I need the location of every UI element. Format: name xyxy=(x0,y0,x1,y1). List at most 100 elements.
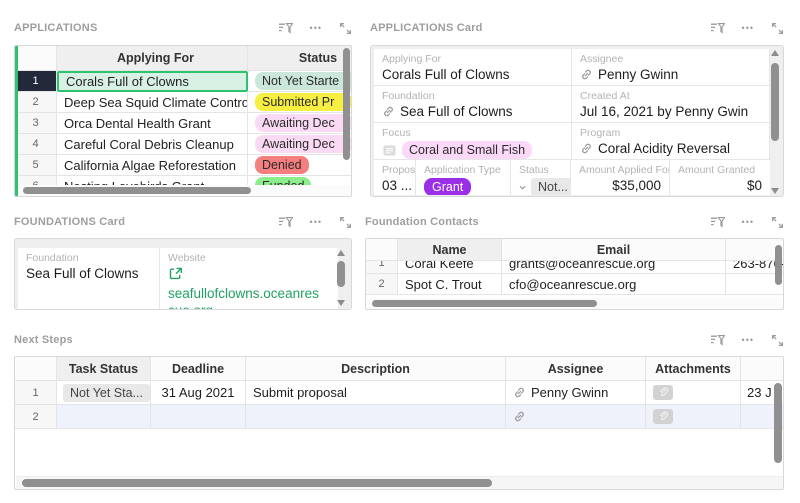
scroll-down-arrow[interactable] xyxy=(771,188,779,194)
cell-status[interactable]: Not Yet Starte xyxy=(248,71,352,92)
website-link[interactable]: seafullofclowns.oceanrescue.org xyxy=(168,285,320,310)
field-status[interactable]: Status Not... xyxy=(511,160,571,195)
horizontal-scrollbar-thumb[interactable] xyxy=(23,187,251,194)
row-number[interactable]: 4 xyxy=(15,134,57,155)
cell-attachments[interactable] xyxy=(646,381,741,405)
table-row[interactable]: 1 Not Yet Sta... 31 Aug 2021 Submit prop… xyxy=(15,381,784,405)
field-amount-granted[interactable]: Amount Granted $0 xyxy=(670,160,770,195)
column-header-task-status[interactable]: Task Status xyxy=(57,357,151,381)
field-focus[interactable]: Focus Coral and Small Fish xyxy=(374,123,572,159)
cell-email[interactable]: grants@oceanrescue.org xyxy=(502,261,726,274)
more-options-icon[interactable]: ••• xyxy=(310,218,322,227)
column-header-description[interactable]: Description xyxy=(246,357,506,381)
expand-icon[interactable] xyxy=(771,216,784,229)
cell-description[interactable] xyxy=(246,405,506,429)
row-number-header xyxy=(366,239,398,261)
cell-status[interactable]: Awaiting Dec xyxy=(248,113,352,134)
cell-description[interactable]: Submit proposal xyxy=(246,381,506,405)
field-website[interactable]: Website seafullofclowns.oceanrescue.org xyxy=(160,248,338,310)
row-number[interactable]: 3 xyxy=(15,113,57,134)
column-header-applying-for[interactable]: Applying For xyxy=(57,46,248,71)
cell-email[interactable]: cfo@oceanrescue.org xyxy=(502,274,726,295)
table-row[interactable]: 2 Spot C. Trout cfo@oceanrescue.org xyxy=(366,274,784,295)
horizontal-scrollbar-thumb[interactable] xyxy=(22,479,492,487)
row-number[interactable]: 1 xyxy=(366,261,398,274)
filter-icon[interactable] xyxy=(710,334,725,346)
horizontal-scrollbar-thumb[interactable] xyxy=(372,300,597,307)
expand-icon[interactable] xyxy=(339,22,352,35)
cell-applying-for[interactable]: California Algae Reforestation xyxy=(57,155,248,176)
vertical-scrollbar-thumb[interactable] xyxy=(771,63,779,141)
scroll-down-arrow[interactable] xyxy=(337,300,345,306)
field-created-at[interactable]: Created At Jul 16, 2021 by Penny Gwin xyxy=(572,86,770,122)
filter-icon[interactable] xyxy=(278,216,293,228)
cell-applying-for[interactable]: Careful Coral Debris Cleanup xyxy=(57,134,248,155)
field-application-type[interactable]: Application Type Grant xyxy=(416,160,511,195)
more-options-icon[interactable]: ••• xyxy=(310,24,322,33)
column-header-email[interactable]: Email xyxy=(502,239,726,261)
cell-attachments[interactable] xyxy=(646,405,741,429)
row-number[interactable]: 1 xyxy=(15,381,57,405)
filter-icon[interactable] xyxy=(278,22,293,34)
cell-status[interactable]: Awaiting Dec xyxy=(248,134,352,155)
scroll-up-arrow[interactable] xyxy=(771,50,779,56)
cell-deadline[interactable]: 31 Aug 2021 xyxy=(151,381,246,405)
cell-assignee[interactable] xyxy=(506,405,646,429)
column-header-status[interactable]: Status xyxy=(248,46,352,71)
column-header-attachments[interactable]: Attachments xyxy=(646,357,741,381)
chevron-down-icon[interactable] xyxy=(519,185,526,190)
vertical-scrollbar-thumb[interactable] xyxy=(343,48,350,160)
field-foundation[interactable]: Foundation Sea Full of Clowns xyxy=(374,86,572,122)
vertical-scrollbar-thumb[interactable] xyxy=(337,261,345,287)
table-row[interactable]: 4 Careful Coral Debris Cleanup Awaiting … xyxy=(15,134,352,155)
column-header-assignee[interactable]: Assignee xyxy=(506,357,646,381)
cell-status[interactable]: Denied xyxy=(248,155,352,176)
cell-assignee[interactable]: Penny Gwinn xyxy=(506,381,646,405)
cell-status[interactable]: Submitted Pr xyxy=(248,92,352,113)
row-number[interactable]: 1 xyxy=(15,71,57,92)
table-row[interactable]: 2 xyxy=(15,405,784,429)
column-header-name[interactable]: Name xyxy=(398,239,502,261)
table-row[interactable]: 3 Orca Dental Health Grant Awaiting Dec xyxy=(15,113,352,134)
cell-name[interactable]: Spot C. Trout xyxy=(398,274,502,295)
table-row[interactable]: 2 Deep Sea Squid Climate Control Submitt… xyxy=(15,92,352,113)
expand-icon[interactable] xyxy=(771,22,784,35)
scroll-up-arrow[interactable] xyxy=(337,250,345,256)
field-foundation[interactable]: Foundation Sea Full of Clowns xyxy=(18,248,160,310)
row-number[interactable]: 2 xyxy=(366,274,398,295)
table-row[interactable]: 1 Corals Full of Clowns Not Yet Starte xyxy=(15,71,352,92)
more-options-icon[interactable]: ••• xyxy=(742,336,754,345)
external-link-icon[interactable] xyxy=(168,266,338,284)
cell-name[interactable]: Coral Keefe xyxy=(398,261,502,274)
filter-icon[interactable] xyxy=(710,216,725,228)
column-header-deadline[interactable]: Deadline xyxy=(151,357,246,381)
expand-icon[interactable] xyxy=(771,334,784,347)
more-options-icon[interactable]: ••• xyxy=(742,24,754,33)
cell-task-status[interactable] xyxy=(57,405,151,429)
row-number[interactable]: 5 xyxy=(15,155,57,176)
cell-deadline[interactable] xyxy=(151,405,246,429)
filter-icon[interactable] xyxy=(710,22,725,34)
more-options-icon[interactable]: ••• xyxy=(742,218,754,227)
field-assignee[interactable]: Assignee Penny Gwinn xyxy=(572,49,770,85)
column-header-extra[interactable] xyxy=(741,357,784,381)
row-number[interactable]: 2 xyxy=(15,92,57,113)
cell-applying-for[interactable]: Deep Sea Squid Climate Control xyxy=(57,92,248,113)
cell-applying-for[interactable]: Orca Dental Health Grant xyxy=(57,113,248,134)
field-proposal[interactable]: Proposa 03 ... xyxy=(374,160,416,195)
table-row[interactable]: 1 Coral Keefe grants@oceanrescue.org 263… xyxy=(366,261,784,274)
vertical-scrollbar-thumb[interactable] xyxy=(774,383,782,463)
expand-icon[interactable] xyxy=(339,216,352,229)
attachment-button[interactable] xyxy=(653,409,673,424)
cell-task-status[interactable]: Not Yet Sta... xyxy=(57,381,151,405)
vertical-scrollbar-thumb[interactable] xyxy=(775,245,782,285)
field-program[interactable]: Program Coral Acidity Reversal xyxy=(572,123,770,159)
field-applying-for[interactable]: Applying For Corals Full of Clowns xyxy=(374,49,572,85)
row-number[interactable]: 2 xyxy=(15,405,57,429)
table-row[interactable]: 5 California Algae Reforestation Denied xyxy=(15,155,352,176)
link-record-icon xyxy=(382,105,395,118)
cell-applying-for[interactable]: Corals Full of Clowns xyxy=(57,71,248,92)
field-amount-applied[interactable]: Amount Applied For $35,000 xyxy=(571,160,670,195)
foundation-contacts-table: Name Email 1 Coral Keefe grants@oceanres… xyxy=(365,238,784,310)
attachment-button[interactable] xyxy=(653,385,673,400)
